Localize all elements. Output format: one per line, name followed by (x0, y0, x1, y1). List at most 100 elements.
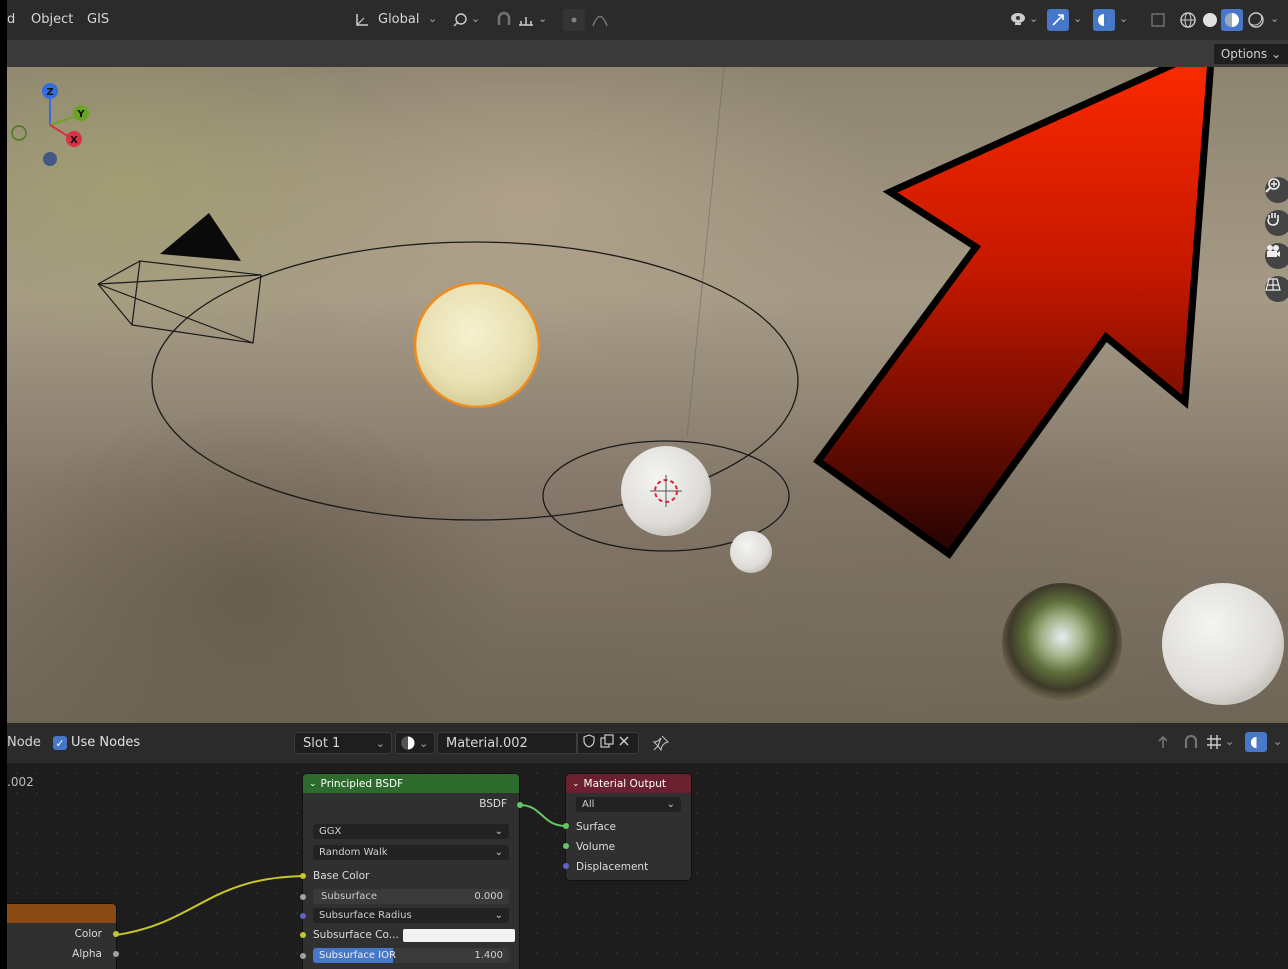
material-name-text: Material.002 (446, 735, 528, 751)
hdri-reflection-preview (1002, 583, 1122, 703)
camera-object[interactable] (97, 213, 262, 344)
options-label: Options (1220, 47, 1268, 61)
chevron-down-icon: ⌄ (666, 799, 675, 810)
subsurface-ior-value: 1.400 (474, 950, 503, 961)
bsdf-output-socket[interactable] (517, 802, 523, 808)
subsurface-value: 0.000 (474, 891, 503, 902)
chevron-down-icon[interactable]: ⌄ (1029, 12, 1038, 25)
use-nodes-checkbox[interactable]: ✓ (53, 736, 67, 750)
transform-orientation-dropdown[interactable]: Global (378, 12, 419, 27)
chevron-down-icon[interactable]: ⌄ (1273, 735, 1282, 748)
material-browse-button[interactable]: ⌄ (395, 732, 435, 754)
slot-dropdown[interactable]: Slot 1 ⌄ (294, 732, 392, 754)
pin-icon[interactable] (652, 735, 670, 754)
duplicate-icon[interactable] (600, 734, 614, 752)
chevron-down-icon: ⌄ (419, 736, 429, 750)
xray-icon[interactable] (1147, 9, 1169, 31)
fake-user-shield-icon[interactable] (582, 734, 596, 752)
falloff-icon[interactable] (589, 9, 611, 31)
node-canvas[interactable]: .002 Color Alpha ⌄ Principled BSDF BSDF … (7, 763, 1288, 969)
material-preview-shading-icon[interactable] (1221, 9, 1243, 31)
chevron-down-icon[interactable]: ⌄ (1270, 12, 1279, 25)
surface-socket[interactable] (563, 823, 569, 829)
3d-viewport[interactable]: Z Y X (7, 67, 1288, 723)
hdri-diffuse-preview (1162, 583, 1284, 705)
volume-socket[interactable] (563, 843, 569, 849)
bsdf-output-row: BSDF (303, 796, 519, 812)
snap-target-icon[interactable] (515, 9, 537, 31)
subsurface-ior-socket[interactable] (300, 953, 306, 959)
snap-grid-icon[interactable] (1206, 734, 1222, 753)
solid-shading-icon[interactable] (1199, 9, 1221, 31)
texture-node-header (7, 904, 116, 923)
pan-hand-icon[interactable] (1265, 210, 1288, 236)
base-color-input: Base Color (313, 870, 370, 882)
pivot-point-icon[interactable] (449, 9, 471, 31)
proportional-editing-icon[interactable] (563, 9, 585, 31)
options-dropdown[interactable]: Options ⌄ (1214, 44, 1288, 64)
moon-sphere[interactable] (730, 531, 772, 573)
subsurface-radius-dropdown[interactable]: Subsurface Radius ⌄ (313, 908, 509, 923)
menu-gis[interactable]: GIS (87, 12, 109, 27)
parent-node-tree-icon[interactable] (1155, 734, 1171, 753)
menu-view-partial[interactable]: d (7, 12, 15, 27)
principled-bsdf-header[interactable]: ⌄ Principled BSDF (303, 774, 519, 793)
chevron-down-icon: ⌄ (1271, 47, 1282, 61)
viewport-tool-row (7, 40, 1288, 67)
distribution-dropdown[interactable]: GGX ⌄ (313, 824, 509, 839)
displacement-socket[interactable] (563, 863, 569, 869)
zoom-icon[interactable] (1265, 177, 1288, 203)
material-name-field[interactable]: Material.002 (437, 732, 577, 754)
snap-icon[interactable] (1183, 734, 1199, 753)
chevron-down-icon[interactable]: ⌄ (471, 12, 480, 25)
menu-node-partial[interactable]: Node (7, 735, 41, 750)
overlays-icon[interactable] (1093, 9, 1115, 31)
surface-input: Surface (576, 821, 617, 833)
subsurface-socket[interactable] (300, 894, 306, 900)
chevron-down-icon[interactable]: ⌄ (1225, 735, 1234, 748)
principled-bsdf-node[interactable]: ⌄ Principled BSDF BSDF GGX ⌄ Random Walk ⌄… (303, 774, 519, 969)
rendered-shading-icon[interactable] (1245, 9, 1267, 31)
viewport-header: d Object GIS Global ⌄ ⌄ ⌄ ⌄ ⌄ ⌄ ⌄ (7, 0, 1288, 40)
gizmo-x-label: X (70, 135, 78, 146)
visibility-icon[interactable] (1007, 9, 1029, 31)
subsurface-method-dropdown[interactable]: Random Walk ⌄ (313, 845, 509, 860)
output-target-dropdown[interactable]: All ⌄ (576, 797, 681, 812)
overlays-icon[interactable] (1245, 732, 1267, 752)
subsurface-color-swatch[interactable] (403, 929, 515, 942)
camera-view-icon[interactable] (1265, 243, 1288, 269)
chevron-down-icon[interactable]: ⌄ (538, 12, 547, 25)
material-output-node[interactable]: ⌄ Material Output All ⌄ Surface Volume Di… (566, 774, 691, 880)
subsurface-radius-socket[interactable] (300, 913, 306, 919)
material-output-header[interactable]: ⌄ Material Output (566, 774, 691, 793)
texture-alpha-socket[interactable] (113, 951, 119, 957)
menu-object[interactable]: Object (31, 12, 73, 27)
base-color-socket[interactable] (300, 873, 306, 879)
subsurface-color-socket[interactable] (300, 932, 306, 938)
subsurface-slider[interactable]: Subsurface 0.000 (313, 889, 509, 904)
chevron-down-icon[interactable]: ⌄ (428, 12, 437, 25)
perspective-grid-icon[interactable] (1265, 276, 1288, 302)
material-output-title: Material Output (583, 777, 667, 790)
gizmo-z-label: Z (46, 87, 53, 98)
chevron-down-icon[interactable]: ⌄ (1073, 12, 1082, 25)
wireframe-shading-icon[interactable] (1177, 9, 1199, 31)
chevron-down-icon[interactable]: ⌄ (1119, 12, 1128, 25)
node-editor-header: Node Use Nodes Slot 1 ⌄ ⌄ Material.002 ⌄… (7, 723, 1288, 763)
sun-sphere[interactable] (413, 281, 541, 409)
navigation-gizmo[interactable]: Z Y X (7, 75, 93, 175)
texture-color-socket[interactable] (113, 931, 119, 937)
close-icon[interactable] (618, 735, 630, 751)
bsdf-output-label: BSDF (479, 798, 507, 810)
collapse-chevron-icon[interactable]: ⌄ (572, 779, 580, 789)
slot-label: Slot 1 (303, 735, 341, 751)
gizmo-toggle-icon[interactable] (1047, 9, 1069, 31)
link-bsdf-to-surface (519, 804, 567, 827)
collapse-chevron-icon[interactable]: ⌄ (309, 779, 317, 789)
image-texture-node[interactable]: Color Alpha (7, 904, 116, 969)
chevron-down-icon: ⌄ (375, 736, 385, 750)
volume-input: Volume (576, 841, 616, 853)
chevron-down-icon: ⌄ (494, 847, 503, 858)
snap-icon[interactable] (493, 9, 515, 31)
subsurface-ior-slider[interactable]: Subsurface IOR 1.400 (313, 948, 509, 963)
